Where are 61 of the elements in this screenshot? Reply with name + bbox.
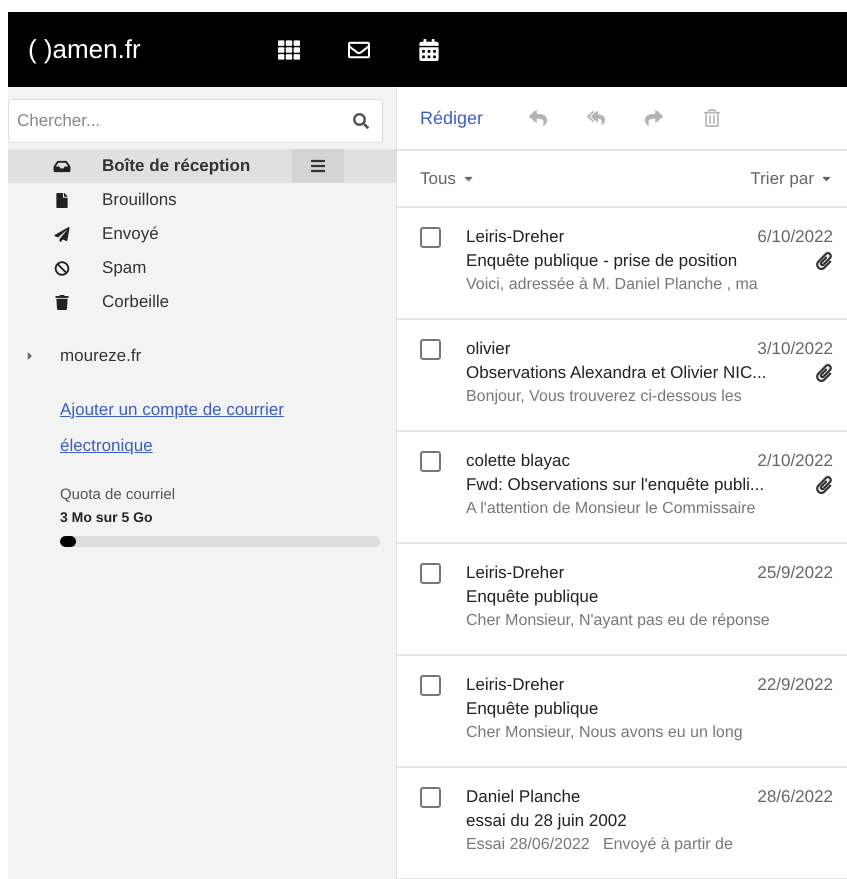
quota-reading: 3 Mo sur 5 Go <box>60 508 154 526</box>
message-item[interactable]: Daniel Planche 28/6/2022 essai du 28 juin 2002 Essai 28/06/2022 Envoyé à partir de <box>397 768 847 879</box>
folder-item[interactable]: Envoyé <box>8 217 396 251</box>
message-preview: Essai 28/06/2022 Envoyé à partir de <box>466 835 734 855</box>
sort-dropdown[interactable]: Trier par <box>750 166 833 192</box>
folder-item[interactable]: Boîte de réception <box>8 149 396 183</box>
message-preview: Bonjour, Vous trouverez ci-dessous les <box>466 387 743 407</box>
add-account-link[interactable]: Ajouter un compte de courrier <box>60 397 396 422</box>
message-item[interactable]: Leiris-Dreher 6/10/2022 Enquête publique - prise de position Voici, adressée à M. Daniel Planche , ma <box>397 208 847 320</box>
checkbox[interactable] <box>420 339 441 360</box>
message-sender: Daniel Planche <box>466 786 580 808</box>
message-item[interactable]: colette blayac 2/10/2022 Fwd: Observations sur l'enquête publi... A l'attention de Monsieur le Commissaire <box>397 432 847 544</box>
checkbox[interactable] <box>420 227 441 248</box>
message-subject: Enquête publique - prise de position <box>466 250 738 272</box>
message-date: 2/10/2022 <box>757 450 833 472</box>
ban-icon <box>52 260 72 276</box>
quota-label: Quota de courriel <box>60 485 176 505</box>
folder-label: Boîte de réception <box>102 155 252 178</box>
message-preview: Cher Monsieur, N'ayant pas eu de réponse <box>466 611 771 631</box>
message-sender: Leiris-Dreher <box>466 226 564 248</box>
folder-label: Brouillons <box>102 189 178 212</box>
message-subject: Enquête publique <box>466 586 598 608</box>
message-subject: essai du 28 juin 2002 <box>466 810 627 832</box>
checkbox[interactable] <box>420 451 441 472</box>
search-icon[interactable] <box>353 113 369 129</box>
add-account-link[interactable]: électronique <box>60 432 396 458</box>
message-sender: Leiris-Dreher <box>466 674 564 696</box>
message-item[interactable]: Leiris-Dreher 25/9/2022 Enquête publique Cher Monsieur, N'ayant pas eu de réponse <box>397 544 847 656</box>
message-preview: Cher Monsieur, Nous avons eu un long <box>466 723 744 743</box>
message-date: 22/9/2022 <box>757 674 833 696</box>
message-subject: Fwd: Observations sur l'enquête publi... <box>466 474 764 496</box>
checkbox[interactable] <box>420 787 441 808</box>
message-item[interactable]: olivier 3/10/2022 Observations Alexandra et Olivier NIC... Bonjour, Vous trouverez ci-dessous les <box>397 320 847 432</box>
folder-label: Spam <box>102 257 148 280</box>
search-field[interactable]: Chercher... <box>8 99 383 143</box>
message-date: 3/10/2022 <box>757 338 833 360</box>
folder-item[interactable]: Brouillons <box>8 183 396 217</box>
message-subject: Observations Alexandra et Olivier NIC... <box>466 362 766 384</box>
inbox-icon <box>52 158 72 174</box>
message-date: 6/10/2022 <box>757 226 833 248</box>
message-date: 25/9/2022 <box>757 562 833 584</box>
filter-dropdown[interactable]: Tous <box>420 166 475 192</box>
message-item[interactable]: Leiris-Dreher 22/9/2022 Enquête publique Cher Monsieur, Nous avons eu un long <box>397 656 847 768</box>
paper-plane-icon <box>52 226 72 242</box>
folder-label: Corbeille <box>102 291 170 314</box>
message-sender: olivier <box>466 338 510 360</box>
folder-item[interactable]: Spam <box>8 251 396 285</box>
message-subject: Enquête publique <box>466 698 598 720</box>
message-sender: Leiris-Dreher <box>466 562 564 584</box>
account-item[interactable]: moureze.fr <box>8 341 396 371</box>
compose-button[interactable]: Rédiger <box>420 104 484 132</box>
checkbox[interactable] <box>420 675 441 696</box>
logo[interactable]: ( )amen.fr <box>28 30 228 69</box>
folder-item[interactable]: Corbeille <box>8 285 396 319</box>
message-date: 28/6/2022 <box>757 786 833 808</box>
message-sender: colette blayac <box>466 450 570 472</box>
message-preview: A l'attention de Monsieur le Commissaire <box>466 499 756 519</box>
checkbox[interactable] <box>420 563 441 584</box>
folder-label: Envoyé <box>102 223 160 246</box>
menu-icon[interactable] <box>292 149 344 183</box>
message-preview: Voici, adressée à M. Daniel Planche , ma <box>466 275 759 295</box>
